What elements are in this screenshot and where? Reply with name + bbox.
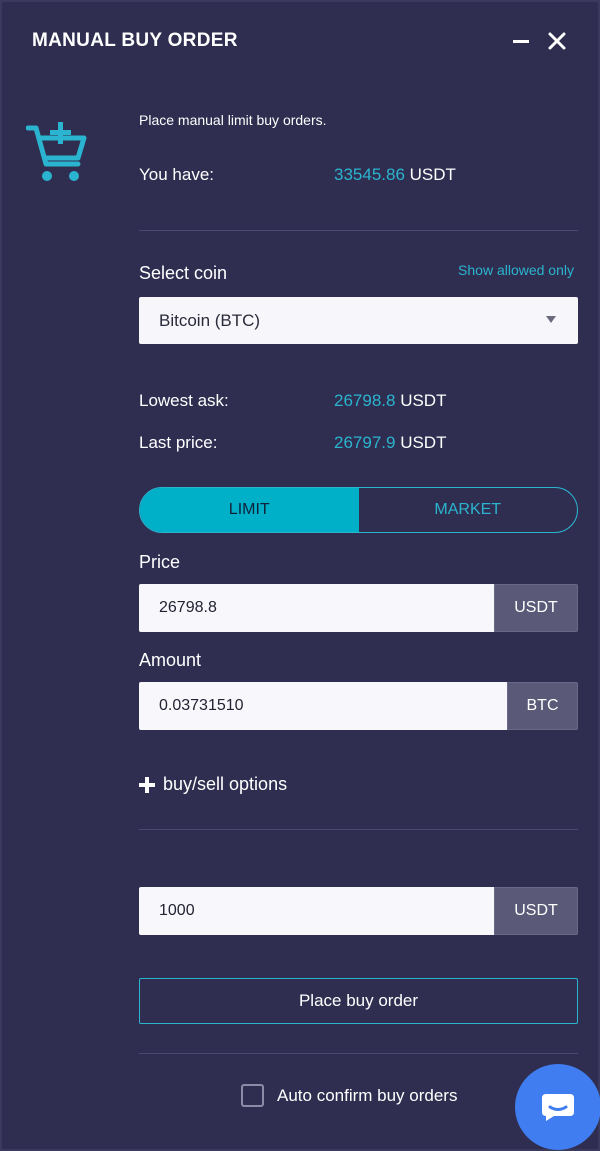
- last-price-label: Last price:: [139, 433, 218, 452]
- balance-value: 33545.86 USDT: [334, 165, 456, 185]
- tab-limit[interactable]: LIMIT: [140, 488, 359, 532]
- amount-input-group: 0.03731510 BTC: [139, 682, 578, 730]
- balance-amount: 33545.86: [334, 165, 405, 184]
- coin-select[interactable]: Bitcoin (BTC): [139, 297, 578, 344]
- amount-unit: BTC: [507, 682, 578, 730]
- cart-plus-icon: [26, 122, 87, 181]
- chat-icon: [542, 1094, 574, 1121]
- plus-icon: [139, 776, 155, 793]
- chat-button[interactable]: [515, 1064, 600, 1150]
- tab-market[interactable]: MARKET: [359, 488, 578, 532]
- intro-text: Place manual limit buy orders.: [139, 112, 327, 128]
- price-input-group: 26798.8 USDT: [139, 584, 578, 632]
- window-header: MANUAL BUY ORDER: [32, 30, 570, 58]
- last-price-value: 26797.9 USDT: [334, 433, 446, 453]
- lowest-ask-amount: 26798.8: [334, 391, 396, 410]
- auto-confirm-checkbox[interactable]: [241, 1084, 264, 1107]
- balance-currency: USDT: [409, 165, 456, 184]
- auto-confirm-option[interactable]: Auto confirm buy orders: [241, 1084, 457, 1107]
- auto-confirm-label: Auto confirm buy orders: [277, 1085, 458, 1105]
- coin-select-value: Bitcoin (BTC): [159, 310, 261, 330]
- window-title: MANUAL BUY ORDER: [32, 30, 238, 51]
- lowest-ask-label: Lowest ask:: [139, 391, 229, 410]
- select-coin-label: Select coin: [139, 263, 228, 283]
- last-price-currency: USDT: [400, 433, 447, 452]
- buy-sell-options-label: buy/sell options: [163, 774, 288, 794]
- minimize-button[interactable]: [508, 28, 534, 54]
- price-input[interactable]: 26798.8: [139, 584, 494, 632]
- minimize-icon: [513, 40, 529, 43]
- total-input-group: 1000 USDT: [139, 887, 578, 935]
- total-input[interactable]: 1000: [139, 887, 494, 935]
- divider: [139, 230, 578, 231]
- last-price-amount: 26797.9: [334, 433, 396, 452]
- total-unit: USDT: [494, 887, 578, 935]
- price-label: Price: [139, 552, 181, 572]
- close-icon: [548, 32, 566, 50]
- lowest-ask-currency: USDT: [400, 391, 447, 410]
- divider: [139, 829, 578, 830]
- price-unit: USDT: [494, 584, 578, 632]
- manual-buy-order-panel: MANUAL BUY ORDER Place manual limit buy …: [0, 0, 600, 1151]
- amount-input[interactable]: 0.03731510: [139, 682, 507, 730]
- divider: [139, 1053, 578, 1054]
- caret-down-icon: [546, 316, 556, 323]
- buy-sell-options-toggle[interactable]: buy/sell options: [139, 774, 287, 795]
- place-buy-order-button[interactable]: Place buy order: [139, 978, 578, 1024]
- close-button[interactable]: [544, 28, 570, 54]
- lowest-ask-value: 26798.8 USDT: [334, 391, 446, 411]
- balance-label: You have:: [139, 165, 214, 184]
- order-type-toggle: LIMIT MARKET: [139, 487, 578, 533]
- amount-label: Amount: [139, 650, 202, 670]
- show-allowed-only-link[interactable]: Show allowed only: [458, 262, 574, 278]
